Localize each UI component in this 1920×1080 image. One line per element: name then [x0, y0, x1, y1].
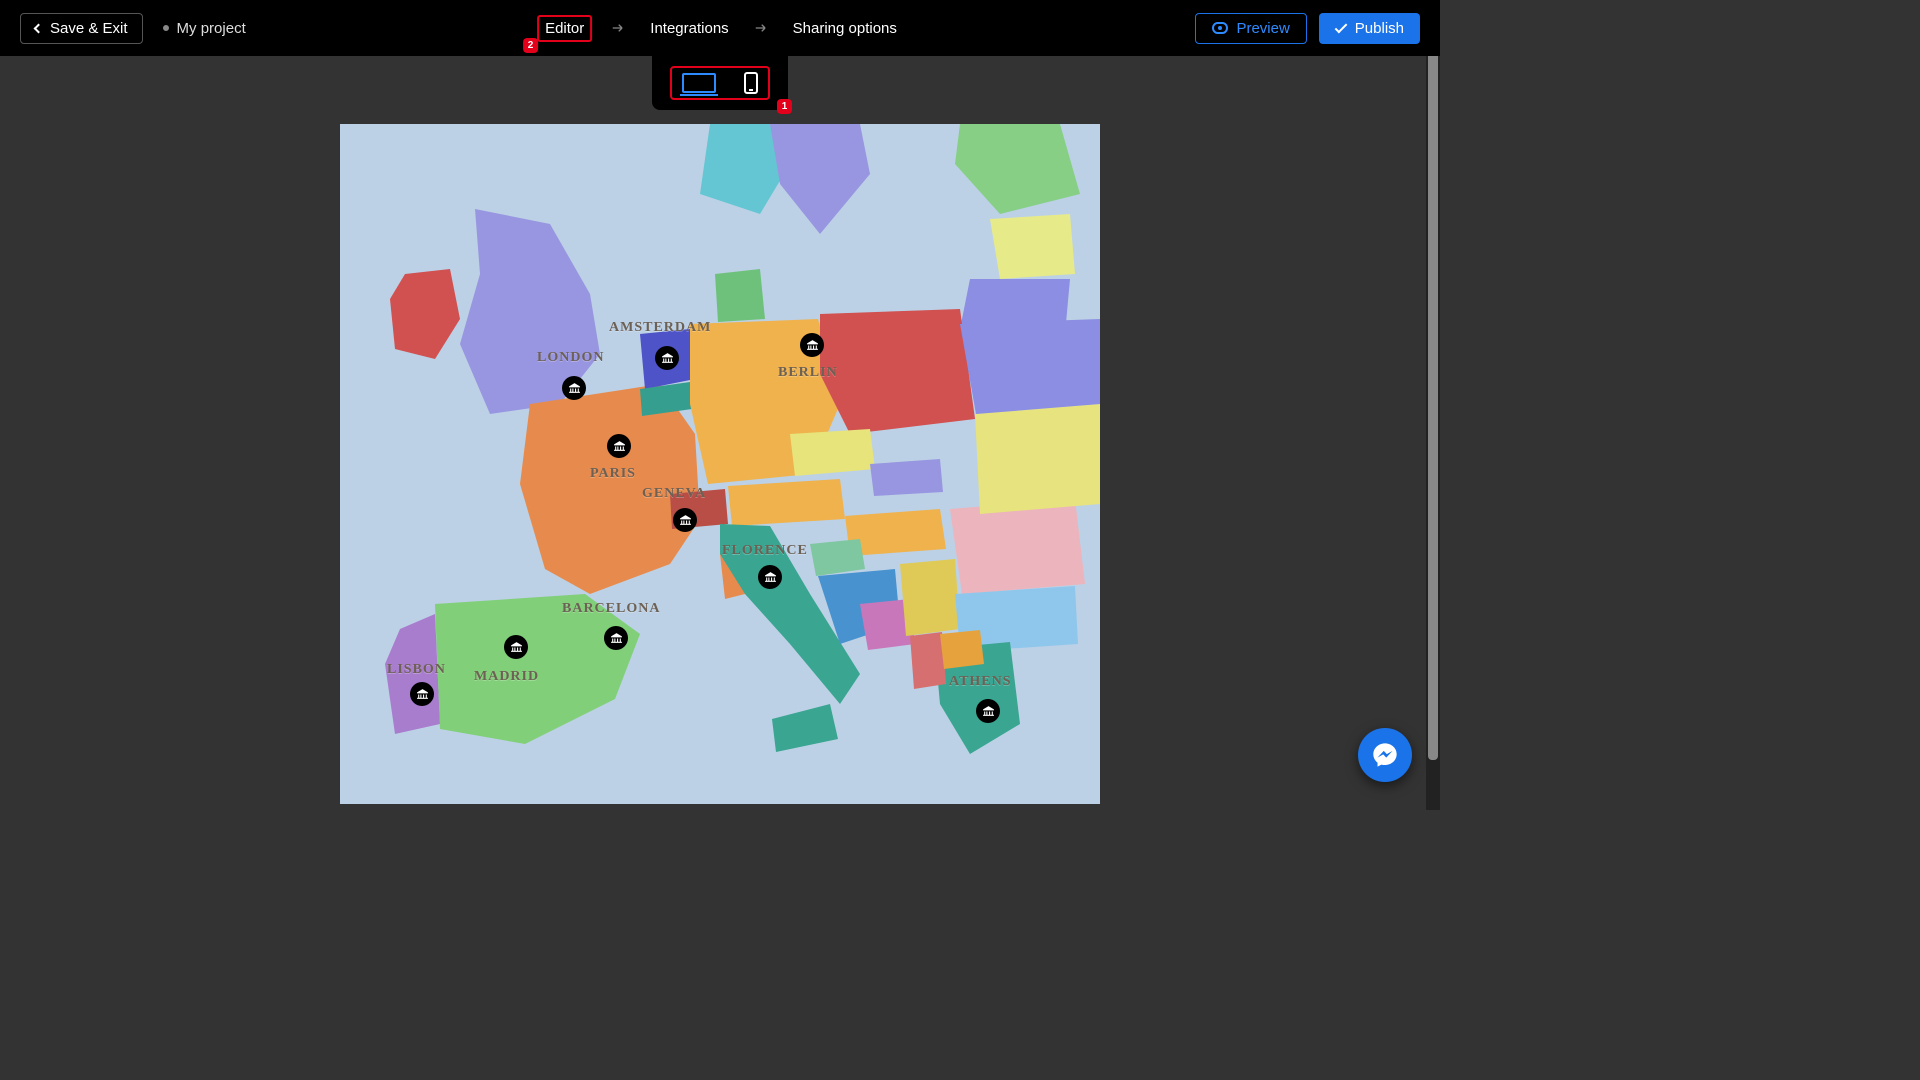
save-exit-label: Save & Exit	[50, 20, 128, 37]
city-label-amsterdam: AMSTERDAM	[609, 320, 711, 336]
city-label-madrid: MADRID	[474, 669, 539, 685]
scrollbar[interactable]	[1426, 0, 1440, 810]
marker-amsterdam[interactable]	[655, 346, 679, 370]
publish-label: Publish	[1355, 20, 1404, 37]
publish-button[interactable]: Publish	[1319, 13, 1420, 44]
marker-geneva[interactable]	[673, 508, 697, 532]
city-label-athens: ATHENS	[949, 674, 1012, 690]
bank-icon	[510, 641, 523, 654]
breadcrumbs: Editor 2 Integrations Sharing options	[537, 17, 903, 40]
header-actions: Preview Publish	[1195, 13, 1420, 44]
preview-label: Preview	[1236, 20, 1289, 37]
marker-florence[interactable]	[758, 565, 782, 589]
mobile-view-button[interactable]	[744, 72, 758, 94]
crumb-editor[interactable]: Editor	[537, 15, 592, 42]
bank-icon	[679, 514, 692, 527]
annotation-badge-1: 1	[777, 99, 792, 114]
bank-icon	[764, 571, 777, 584]
annotation-badge-2: 2	[523, 38, 538, 53]
desktop-view-button[interactable]	[682, 73, 716, 93]
editor-canvas[interactable]: LONDON AMSTERDAM BERLIN PARIS GENEVA FLORENCE…	[0, 56, 1440, 810]
top-bar: Save & Exit My project Editor 2 Integrat…	[0, 0, 1440, 56]
city-label-geneva: GENEVA	[642, 486, 706, 502]
chat-fab[interactable]	[1358, 728, 1412, 782]
bank-icon	[982, 705, 995, 718]
city-label-florence: FLORENCE	[722, 543, 808, 559]
map-stage[interactable]: LONDON AMSTERDAM BERLIN PARIS GENEVA FLORENCE…	[340, 124, 1100, 804]
marker-paris[interactable]	[607, 434, 631, 458]
chevron-right-icon	[610, 20, 626, 36]
city-label-london: LONDON	[537, 350, 604, 366]
marker-madrid[interactable]	[504, 635, 528, 659]
marker-lisbon[interactable]	[410, 682, 434, 706]
eye-icon	[1212, 22, 1228, 34]
marker-berlin[interactable]	[800, 333, 824, 357]
marker-barcelona[interactable]	[604, 626, 628, 650]
messenger-icon	[1371, 741, 1399, 769]
bank-icon	[661, 352, 674, 365]
bank-icon	[568, 382, 581, 395]
bank-icon	[610, 632, 623, 645]
bank-icon	[806, 339, 819, 352]
city-label-barcelona: BARCELONA	[562, 601, 660, 617]
chevron-right-icon	[753, 20, 769, 36]
crumb-integrations[interactable]: Integrations	[644, 17, 734, 40]
project-name[interactable]: My project	[163, 20, 246, 37]
city-label-berlin: BERLIN	[778, 365, 838, 381]
city-label-lisbon: LISBON	[387, 662, 446, 678]
preview-button[interactable]: Preview	[1195, 13, 1306, 44]
bank-icon	[416, 688, 429, 701]
scrollbar-thumb[interactable]	[1428, 0, 1438, 760]
status-dot-icon	[163, 25, 169, 31]
check-icon	[1334, 20, 1347, 33]
crumb-sharing[interactable]: Sharing options	[787, 17, 903, 40]
chevron-left-icon	[34, 23, 44, 33]
bank-icon	[613, 440, 626, 453]
marker-athens[interactable]	[976, 699, 1000, 723]
marker-london[interactable]	[562, 376, 586, 400]
city-label-paris: PARIS	[590, 466, 636, 482]
save-exit-button[interactable]: Save & Exit	[20, 13, 143, 44]
project-name-label: My project	[177, 20, 246, 37]
device-toggle: 1	[652, 56, 788, 110]
